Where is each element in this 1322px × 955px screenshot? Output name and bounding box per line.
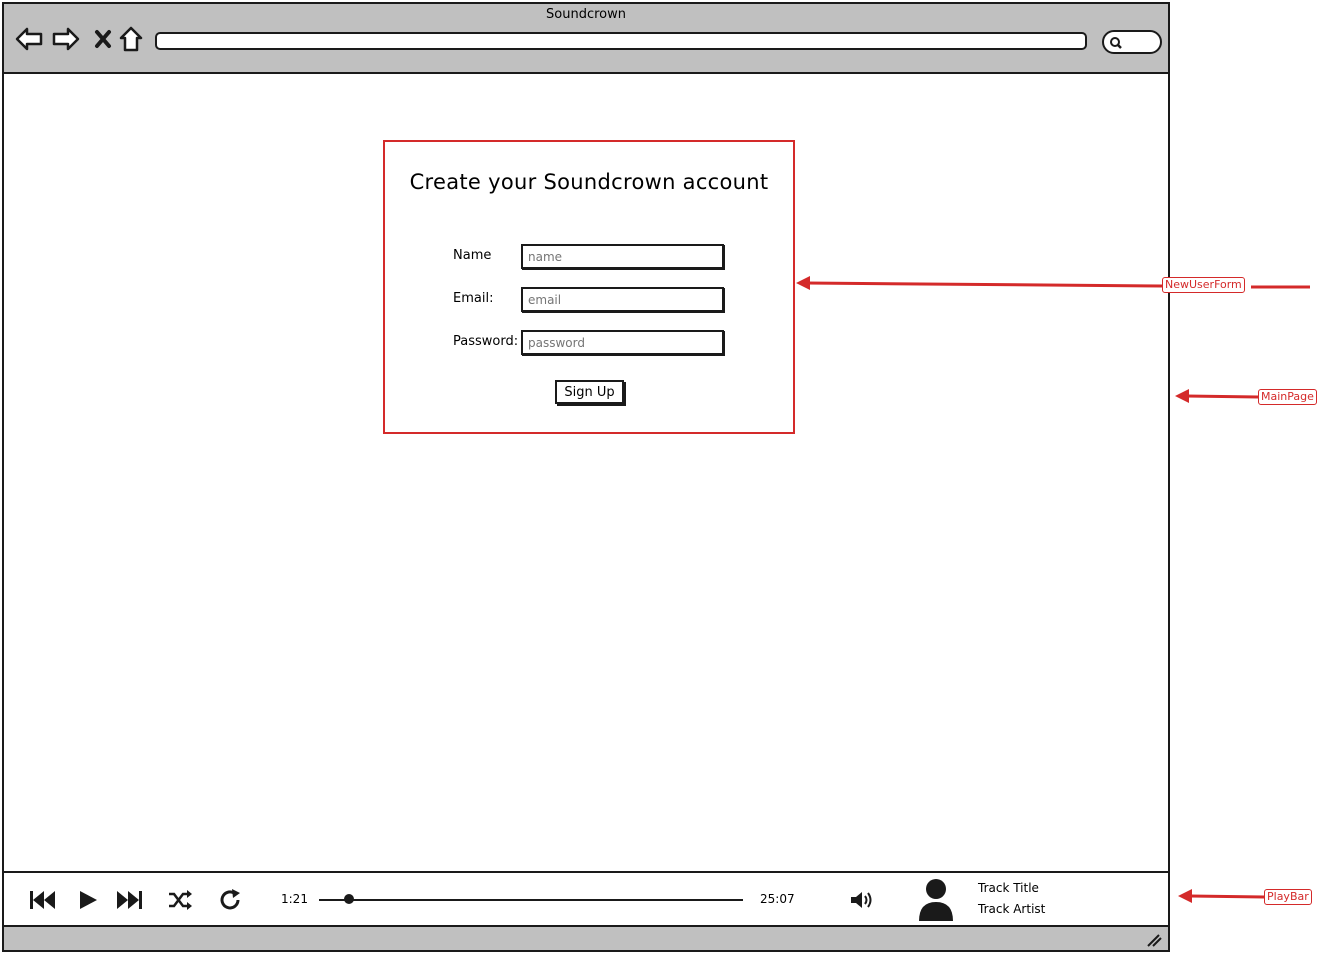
annotation-arrows	[796, 276, 1310, 903]
play-bar-callout: PlayBar	[1264, 889, 1312, 905]
main-page-callout: MainPage	[1258, 389, 1317, 405]
new-user-form-callout: NewUserForm	[1162, 277, 1245, 293]
